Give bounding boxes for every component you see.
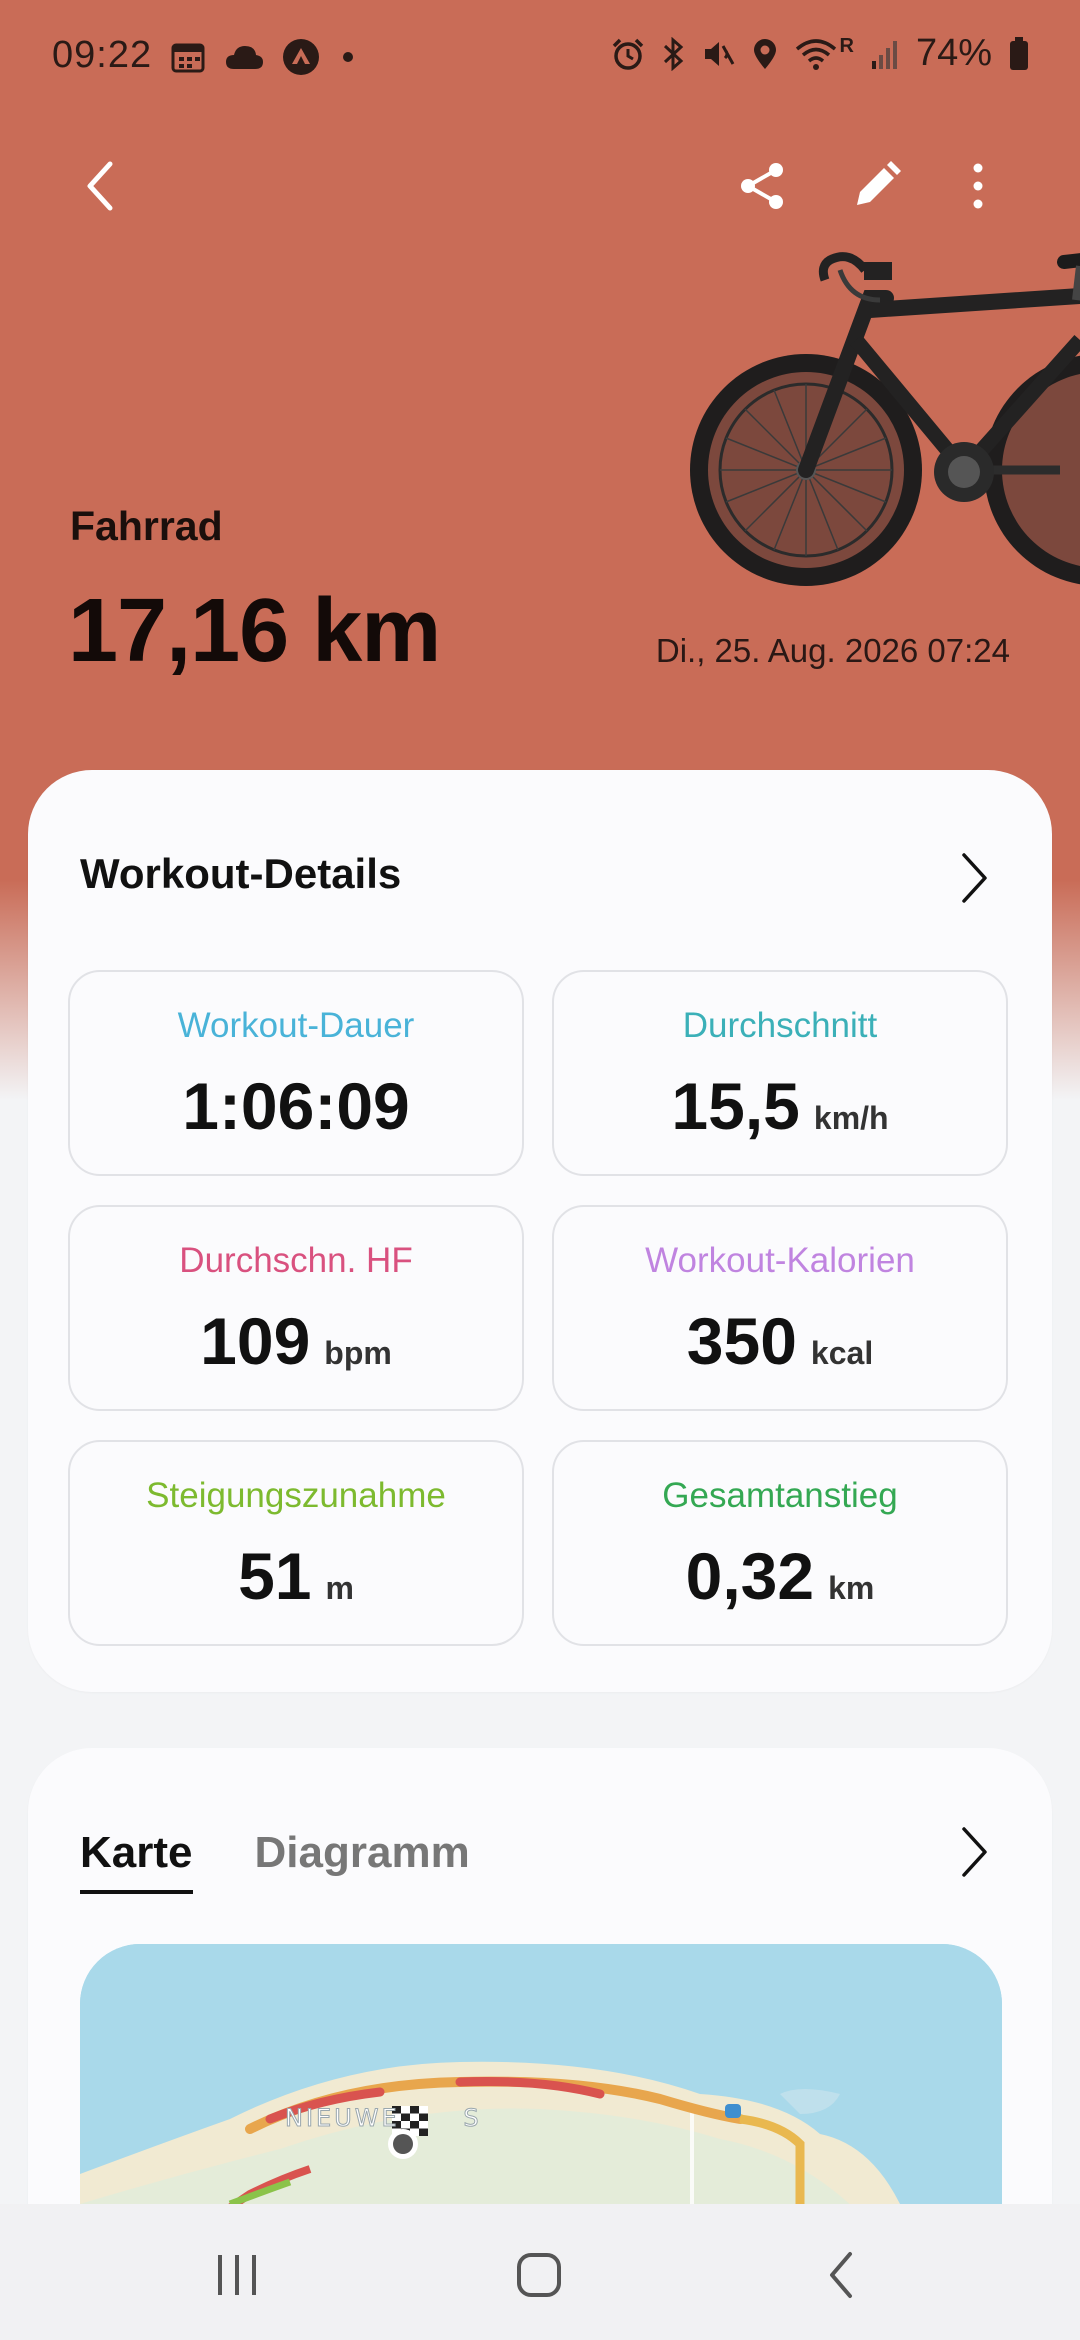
chevron-right-icon bbox=[962, 853, 987, 903]
tile-value: 51 bbox=[238, 1539, 312, 1613]
activity-date: Di., 25. Aug. 2026 07:24 bbox=[655, 632, 1010, 669]
bluetooth-icon bbox=[664, 36, 684, 71]
strava-icon bbox=[283, 39, 319, 75]
pencil-icon bbox=[857, 161, 901, 205]
home-button[interactable] bbox=[494, 2240, 584, 2310]
map-graphic: NIEUWE S bbox=[80, 1944, 1002, 2244]
tile-unit: kcal bbox=[810, 1335, 874, 1371]
tile-unit: bpm bbox=[324, 1335, 392, 1371]
workout-details-card: Workout-Details Workout-Dauer 1:06:09 Du… bbox=[28, 770, 1052, 1692]
chevron-left-icon bbox=[87, 161, 113, 211]
tile-label: Gesamtanstieg bbox=[662, 1476, 898, 1515]
share-button[interactable] bbox=[722, 146, 802, 226]
tile-average-speed[interactable]: Durchschnitt 15,5 km/h bbox=[552, 970, 1008, 1176]
tile-total-ascent[interactable]: Gesamtanstieg 0,32 km bbox=[552, 1440, 1008, 1646]
dot-icon bbox=[343, 52, 353, 62]
activity-distance: 17,16 km bbox=[68, 581, 441, 681]
tile-value: 350 bbox=[686, 1304, 797, 1378]
tile-value: 109 bbox=[200, 1304, 311, 1378]
recents-button[interactable] bbox=[192, 2240, 282, 2310]
back-button[interactable] bbox=[60, 146, 140, 226]
wifi-icon bbox=[796, 38, 837, 70]
alarm-icon bbox=[613, 38, 644, 70]
tile-unit: km bbox=[828, 1570, 875, 1606]
location-icon bbox=[754, 38, 777, 69]
tile-label: Workout-Kalorien bbox=[645, 1241, 915, 1280]
tile-value: 0,32 bbox=[685, 1539, 815, 1613]
tab-map[interactable]: Karte bbox=[80, 1828, 193, 1894]
tile-value: 15,5 bbox=[671, 1069, 800, 1143]
tile-unit: m bbox=[325, 1570, 354, 1606]
map-tabs: Karte Diagramm bbox=[80, 1828, 470, 1894]
status-left-icons bbox=[170, 38, 358, 76]
recents-icon bbox=[218, 2255, 256, 2295]
tile-label: Steigungszunahme bbox=[146, 1476, 446, 1515]
mute-icon bbox=[705, 41, 735, 66]
more-vertical-icon bbox=[973, 163, 983, 209]
more-options-button[interactable] bbox=[938, 146, 1018, 226]
tile-unit: km/h bbox=[813, 1100, 889, 1136]
tile-value: 1:06:09 bbox=[182, 1069, 410, 1143]
calendar-icon bbox=[171, 43, 205, 73]
tab-chart[interactable]: Diagramm bbox=[255, 1828, 470, 1894]
network-tag: R bbox=[839, 35, 854, 57]
tile-workout-duration[interactable]: Workout-Dauer 1:06:09 bbox=[68, 970, 524, 1176]
cloud-icon bbox=[226, 46, 263, 69]
workout-details-title: Workout-Details bbox=[80, 850, 402, 897]
share-icon bbox=[741, 163, 783, 209]
tile-label: Durchschn. HF bbox=[179, 1241, 413, 1280]
status-bar: 09:22 R 74% bbox=[0, 0, 1080, 110]
edit-button[interactable] bbox=[836, 146, 916, 226]
route-map[interactable]: NIEUWE S bbox=[80, 1944, 1002, 2244]
map-place-label: NIEUWE S bbox=[285, 2104, 482, 2132]
tile-average-heart-rate[interactable]: Durchschn. HF 109 bpm bbox=[68, 1205, 524, 1411]
tile-elevation-gain[interactable]: Steigungszunahme 51 m bbox=[68, 1440, 524, 1646]
map-more-button[interactable] bbox=[944, 1822, 1004, 1882]
tile-workout-calories[interactable]: Workout-Kalorien 350 kcal bbox=[552, 1205, 1008, 1411]
battery-percentage: 74% bbox=[915, 32, 992, 74]
nav-back-button[interactable] bbox=[796, 2240, 886, 2310]
system-navigation-bar bbox=[0, 2204, 1080, 2340]
tile-label: Workout-Dauer bbox=[177, 1006, 415, 1045]
status-time: 09:22 bbox=[52, 34, 153, 76]
signal-icon bbox=[871, 40, 897, 69]
activity-type: Fahrrad bbox=[70, 503, 223, 549]
status-right-icons: R 74% bbox=[611, 32, 1030, 75]
battery-icon bbox=[1010, 36, 1028, 70]
tile-label: Durchschnitt bbox=[682, 1006, 878, 1045]
home-icon bbox=[517, 2253, 561, 2297]
nav-back-icon bbox=[830, 2252, 852, 2298]
chevron-right-icon bbox=[962, 1827, 987, 1877]
bicycle-image bbox=[690, 252, 1080, 586]
workout-details-more-button[interactable] bbox=[944, 848, 1004, 908]
